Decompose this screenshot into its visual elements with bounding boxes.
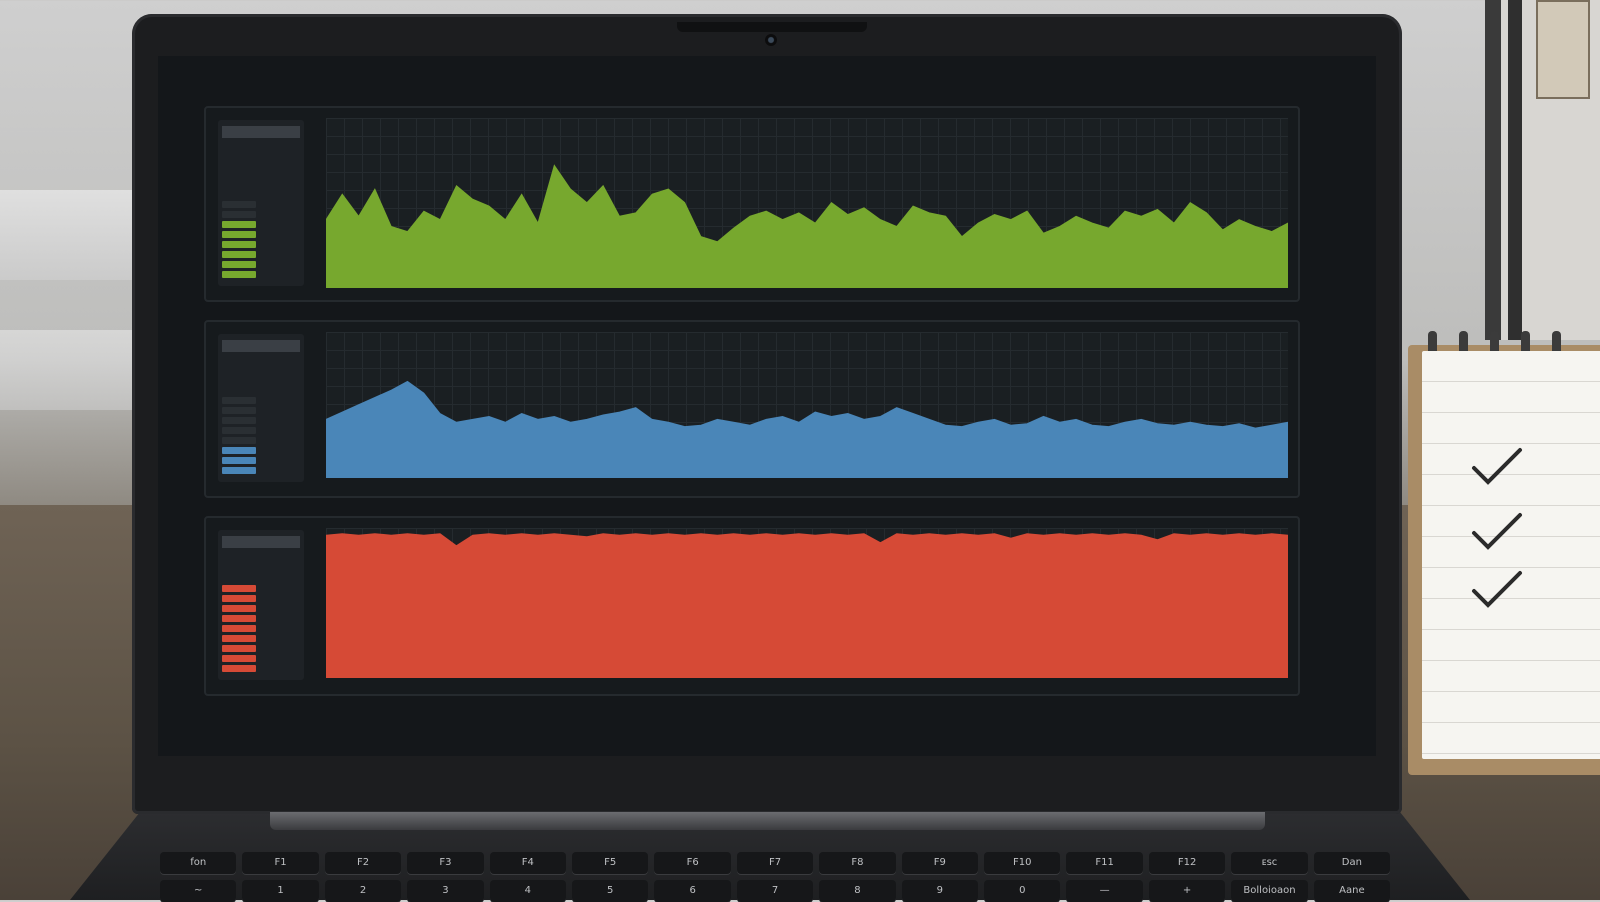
blue-monitor-panel (204, 320, 1300, 498)
meter-header-bar (222, 536, 300, 548)
meter-segments (222, 585, 256, 672)
area-series (326, 380, 1288, 478)
notepad (1408, 331, 1600, 775)
meter-segment (222, 231, 256, 238)
keyboard-number-row: ~1 2 3 4 5 6 7 8 9 0— + Bolloioaon Aane (160, 880, 1391, 902)
meter-segment (222, 605, 256, 612)
meter-segment (222, 261, 256, 268)
meter-segment (222, 407, 256, 414)
meter-segment (222, 625, 256, 632)
laptop-hinge (270, 812, 1265, 830)
keyboard-key[interactable]: F5 (572, 852, 649, 874)
area-graph[interactable] (326, 118, 1288, 288)
keyboard-key[interactable]: 5 (572, 880, 649, 902)
keyboard-key[interactable]: 0 (984, 880, 1061, 902)
keyboard-key[interactable]: 9 (901, 880, 979, 902)
red-monitor-panel (204, 516, 1300, 696)
keyboard-key[interactable]: Dan (1313, 852, 1391, 874)
meter-segment (222, 417, 256, 424)
checkmark-icon (1472, 448, 1522, 485)
meter-segment (222, 457, 256, 464)
meter-segments (222, 201, 256, 278)
keyboard-key[interactable]: F10 (984, 852, 1061, 874)
shelf-post (1508, 0, 1522, 340)
keyboard-key[interactable]: 8 (819, 880, 896, 902)
area-graph[interactable] (326, 528, 1288, 678)
meter-segment (222, 211, 256, 218)
keyboard-key[interactable]: F11 (1066, 852, 1143, 874)
keyboard-key[interactable]: F2 (324, 852, 402, 874)
keyboard-key[interactable]: F8 (819, 852, 896, 874)
meter-segment (222, 221, 256, 228)
area-graph-svg (326, 164, 1288, 288)
shelf-box (1536, 0, 1590, 99)
keyboard-key[interactable]: — (1066, 880, 1143, 902)
keyboard-key[interactable]: Bolloioaon (1231, 880, 1308, 902)
area-graph-svg (326, 380, 1288, 478)
keyboard-key[interactable]: 3 (407, 880, 484, 902)
keyboard-key[interactable]: F9 (901, 852, 979, 874)
area-series (326, 164, 1288, 288)
meter-segment (222, 635, 256, 642)
meter-segment (222, 585, 256, 592)
keyboard-key[interactable]: F4 (489, 852, 567, 874)
meter-segment (222, 271, 256, 278)
meter-segment (222, 437, 256, 444)
meter-segment (222, 447, 256, 454)
area-graph-svg (326, 533, 1288, 678)
level-meter (218, 334, 304, 482)
keyboard-key[interactable]: F1 (242, 852, 319, 874)
meter-segment (222, 665, 256, 672)
meter-segment (222, 645, 256, 652)
keyboard-key[interactable]: F3 (407, 852, 484, 874)
notepad-paper (1422, 351, 1600, 759)
keyboard-key[interactable]: F6 (654, 852, 731, 874)
meter-segment (222, 427, 256, 434)
area-series (326, 533, 1288, 678)
checkmark-icon (1472, 513, 1522, 550)
checkmark-icon (1472, 571, 1522, 608)
level-meter (218, 530, 304, 680)
green-monitor-panel (204, 106, 1300, 302)
keyboard-key[interactable]: ~ (160, 880, 237, 902)
camera-notch (677, 22, 867, 32)
laptop-lid (132, 14, 1402, 814)
monitoring-screen (158, 56, 1376, 756)
keyboard-key[interactable]: 7 (736, 880, 814, 902)
meter-segments (222, 397, 256, 474)
meter-segment (222, 251, 256, 258)
keyboard-key[interactable]: 2 (324, 880, 402, 902)
keyboard-key[interactable]: F12 (1148, 852, 1226, 874)
wall-panel (0, 190, 140, 280)
keyboard-key[interactable]: ᴇsc (1231, 852, 1308, 874)
meter-segment (222, 397, 256, 404)
keyboard-fn-row: fon F1 F2 F3 F4 F5 F6 F7 F8 F9 F10 F11 F12 ᴇsc Dan (160, 852, 1391, 874)
meter-segment (222, 241, 256, 248)
meter-segment (222, 655, 256, 662)
keyboard-key[interactable]: 6 (654, 880, 731, 902)
meter-segment (222, 595, 256, 602)
keyboard: fon F1 F2 F3 F4 F5 F6 F7 F8 F9 F10 F11 F12 ᴇsc Dan ~1 2… (160, 852, 1391, 902)
keyboard-key[interactable]: F7 (736, 852, 814, 874)
meter-header-bar (222, 340, 300, 352)
keyboard-key[interactable]: + (1148, 880, 1226, 902)
keyboard-key[interactable]: 1 (242, 880, 319, 902)
meter-segment (222, 615, 256, 622)
meter-segment (222, 467, 256, 474)
keyboard-key[interactable]: fon (160, 852, 237, 874)
wall-panel (0, 330, 140, 410)
webcam-icon (765, 34, 777, 46)
keyboard-key[interactable]: 4 (489, 880, 567, 902)
meter-segment (222, 201, 256, 208)
keyboard-key[interactable]: Aane (1313, 880, 1391, 902)
level-meter (218, 120, 304, 286)
area-graph[interactable] (326, 332, 1288, 478)
meter-header-bar (222, 126, 300, 138)
